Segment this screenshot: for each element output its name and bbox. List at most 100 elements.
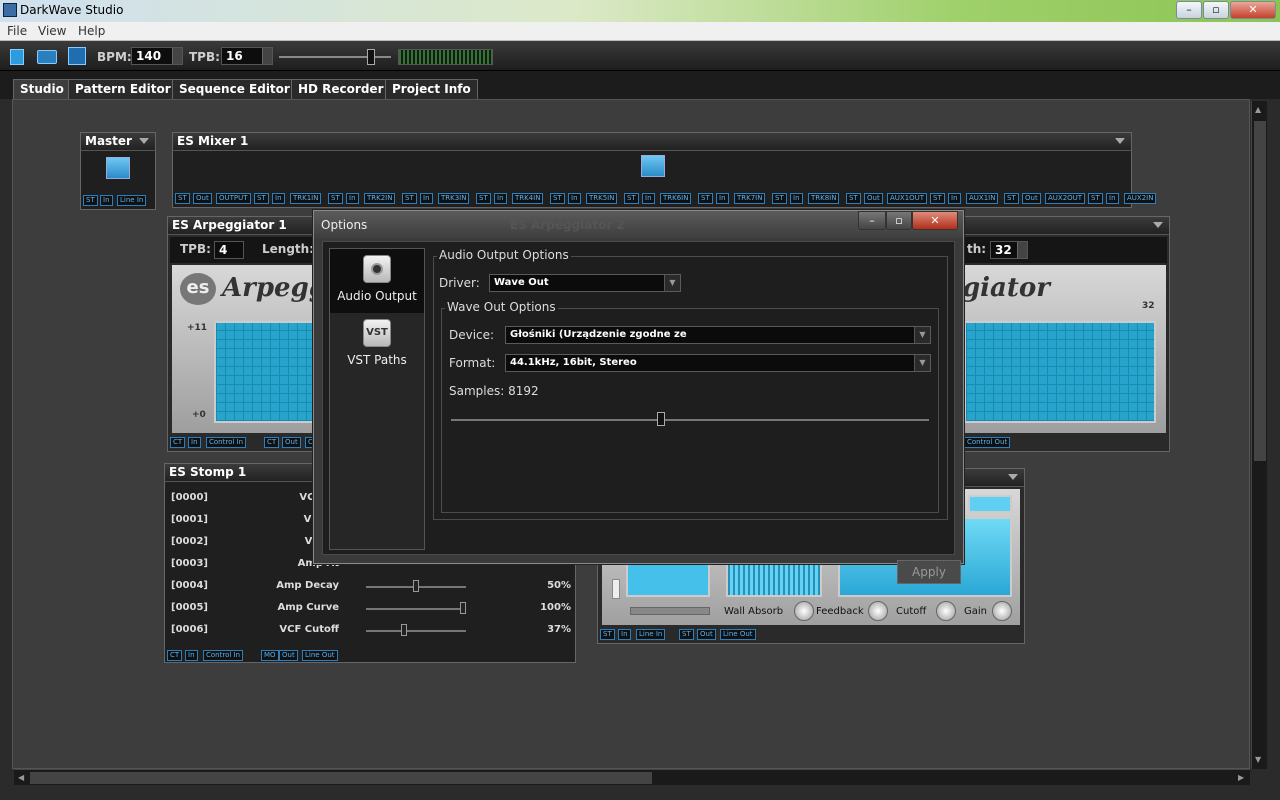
chevron-down-icon[interactable]: ▼	[914, 327, 930, 343]
tab-sequence-editor[interactable]: Sequence Editor	[172, 79, 297, 99]
port-connector[interactable]: ST	[550, 193, 565, 204]
mixer-menu-icon[interactable]	[1115, 138, 1125, 144]
port-connector[interactable]: ST	[624, 193, 639, 204]
port-connector[interactable]: Control In	[203, 650, 244, 661]
port-connector[interactable]: In	[642, 193, 655, 204]
port-connector[interactable]: In	[420, 193, 433, 204]
port-connector[interactable]: In	[272, 193, 285, 204]
tab-hd-recorder[interactable]: HD Recorder	[291, 79, 391, 99]
reverb-knob[interactable]	[794, 601, 814, 621]
port-connector[interactable]: TRK2IN	[364, 193, 396, 204]
minimize-button[interactable]: –	[1176, 1, 1202, 19]
arp-length2-spinner[interactable]: 32	[990, 241, 1028, 259]
port-connector[interactable]: In	[716, 193, 729, 204]
port-connector[interactable]: In	[346, 193, 359, 204]
port-connector[interactable]: TRK8IN	[808, 193, 840, 204]
reverb-knob[interactable]	[868, 601, 888, 621]
port-connector[interactable]: TRK4IN	[512, 193, 544, 204]
port-connector[interactable]: ST	[175, 193, 190, 204]
arp-step-grid-right[interactable]	[964, 321, 1156, 423]
mixer-header[interactable]: ES Mixer 1	[173, 133, 1131, 151]
param-slider-handle[interactable]	[400, 624, 407, 636]
port-connector[interactable]: TRK7IN	[734, 193, 766, 204]
master-header[interactable]: Master	[81, 133, 155, 151]
param-slider-track[interactable]	[366, 630, 466, 632]
port-connector[interactable]: AUX2OUT	[1045, 193, 1086, 204]
port-connector[interactable]: ST	[600, 629, 615, 640]
port-connector[interactable]: TRK6IN	[660, 193, 692, 204]
menu-view[interactable]: View	[38, 24, 66, 38]
port-connector[interactable]: Out	[1022, 193, 1041, 204]
maximize-button[interactable]: ▫	[1203, 1, 1229, 19]
port-connector[interactable]: In	[568, 193, 581, 204]
port-connector[interactable]: In	[618, 629, 631, 640]
port-connector[interactable]: In	[1106, 193, 1119, 204]
horizontal-scroll-thumb[interactable]	[30, 772, 652, 784]
param-slider-handle[interactable]	[460, 602, 466, 614]
format-dropdown[interactable]: 44.1kHz, 16bit, Stereo ▼	[505, 354, 931, 372]
arpeggiator-menu-icon[interactable]	[1153, 222, 1163, 228]
port-connector[interactable]: ST	[679, 629, 694, 640]
reverb-vertical-slider[interactable]	[612, 579, 620, 599]
tpb-spinner[interactable]: 16	[221, 47, 273, 65]
dialog-title-bar[interactable]: Options ES Arpeggiator 2 – ▫ ✕	[314, 211, 963, 239]
chevron-down-icon[interactable]: ▼	[664, 275, 680, 291]
port-connector[interactable]: CT	[264, 437, 280, 448]
sidebar-item-vst-paths[interactable]: VST VST Paths	[330, 313, 424, 377]
port-connector[interactable]: ST	[772, 193, 787, 204]
scroll-down-icon[interactable]: ▼	[1255, 755, 1261, 764]
arp-step-grid-left[interactable]	[214, 321, 324, 423]
master-port[interactable]: Line In	[117, 195, 147, 206]
port-connector[interactable]: TRK3IN	[438, 193, 470, 204]
apply-button[interactable]: Apply	[897, 560, 961, 584]
bpm-spinner[interactable]: 140	[131, 47, 183, 65]
port-connector[interactable]: Line In	[636, 629, 666, 640]
reverb-knob[interactable]	[992, 601, 1012, 621]
port-connector[interactable]: AUX1IN	[966, 193, 999, 204]
samples-slider-handle[interactable]	[656, 412, 665, 426]
arp-tpb-spinner[interactable]: 4	[214, 241, 244, 259]
port-connector[interactable]: In	[494, 193, 507, 204]
samples-slider-track[interactable]	[451, 419, 929, 421]
menu-file[interactable]: File	[7, 24, 27, 38]
bpm-spinner-arrows[interactable]	[172, 48, 182, 64]
new-file-icon[interactable]	[10, 49, 24, 65]
scroll-left-icon[interactable]: ◀	[18, 773, 24, 782]
port-connector[interactable]: Out	[697, 629, 716, 640]
chevron-down-icon[interactable]: ▼	[914, 355, 930, 371]
port-connector[interactable]: Out	[279, 650, 298, 661]
port-connector[interactable]: In	[188, 437, 201, 448]
port-connector[interactable]: ST	[402, 193, 417, 204]
master-menu-icon[interactable]	[139, 138, 149, 144]
port-connector[interactable]: AUX1OUT	[887, 193, 928, 204]
port-connector[interactable]: ST	[254, 193, 269, 204]
port-connector[interactable]: ST	[1004, 193, 1019, 204]
port-connector[interactable]: In	[790, 193, 803, 204]
device-dropdown[interactable]: Głośniki (Urządzenie zgodne ze ▼	[505, 326, 931, 344]
port-connector[interactable]: CT	[170, 437, 186, 448]
menu-help[interactable]: Help	[78, 24, 105, 38]
dialog-close-button[interactable]: ✕	[912, 211, 958, 230]
tab-studio[interactable]: Studio	[13, 79, 71, 99]
port-connector[interactable]: Out	[864, 193, 883, 204]
port-connector[interactable]: ST	[846, 193, 861, 204]
open-folder-icon[interactable]	[37, 50, 57, 64]
arp-length2-arrows[interactable]	[1017, 242, 1027, 258]
vertical-scrollbar[interactable]: ▲ ▼	[1251, 101, 1267, 769]
port-connector[interactable]: Line Out	[302, 650, 338, 661]
sidebar-item-audio-output[interactable]: Audio Output	[330, 249, 424, 313]
options-dialog[interactable]: Options ES Arpeggiator 2 – ▫ ✕ Audio Out…	[313, 210, 964, 584]
port-connector[interactable]: Line Out	[720, 629, 756, 640]
save-icon[interactable]	[68, 47, 86, 65]
master-port[interactable]: ST	[83, 195, 98, 206]
port-connector[interactable]: ST	[328, 193, 343, 204]
volume-slider-handle[interactable]	[367, 49, 375, 65]
tpb-spinner-arrows[interactable]	[262, 48, 272, 64]
horizontal-scrollbar[interactable]: ◀ ▶	[14, 769, 1250, 785]
param-slider-handle[interactable]	[413, 580, 419, 592]
tab-project-info[interactable]: Project Info	[385, 79, 478, 99]
port-connector[interactable]: TRK5IN	[586, 193, 618, 204]
master-port[interactable]: In	[100, 195, 113, 206]
tab-pattern-editor[interactable]: Pattern Editor	[68, 79, 178, 99]
port-connector[interactable]: ST	[1088, 193, 1103, 204]
